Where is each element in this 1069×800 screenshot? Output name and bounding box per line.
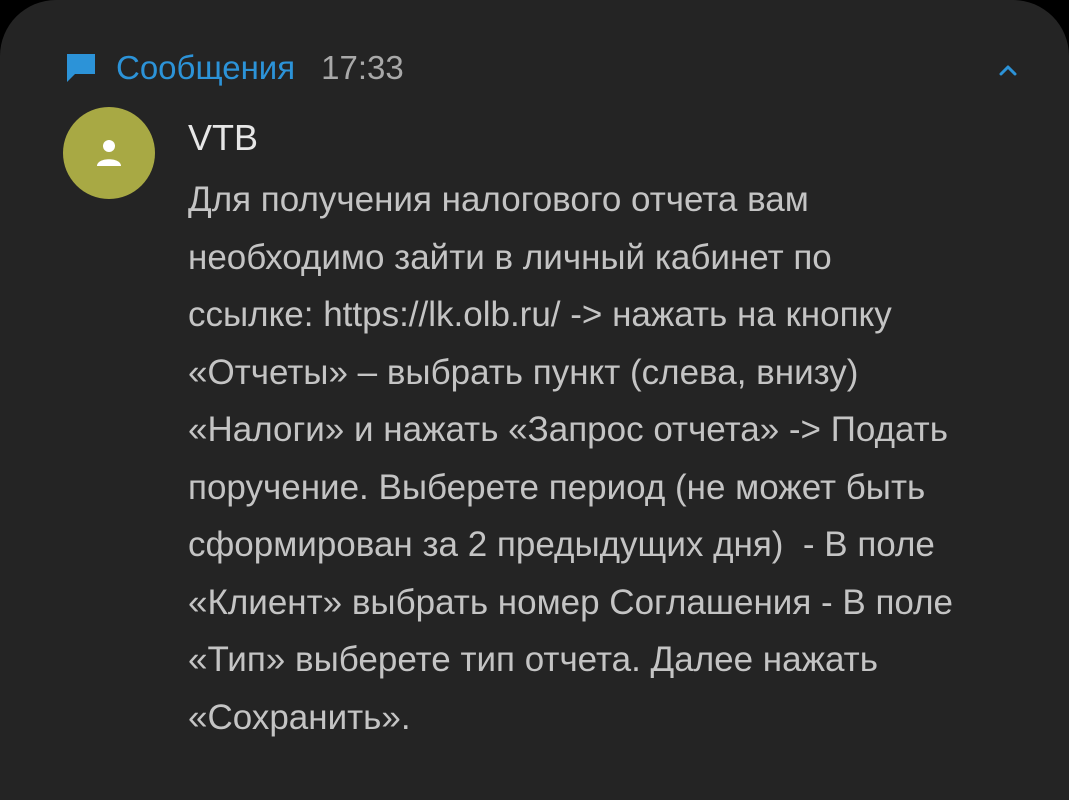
message-line: необходимо зайти в личный кабинет по: [188, 237, 832, 277]
chevron-up-icon[interactable]: [990, 52, 1026, 88]
avatar: [63, 107, 155, 199]
message-line: сформирован за 2 предыдущих дня) - В пол…: [188, 525, 935, 564]
sender-name: VTB: [188, 117, 259, 158]
message-line: ссылке: https://lk.olb.ru/ -> нажать на …: [188, 295, 892, 334]
message-line: «Клиент» выбрать номер Соглашения - В по…: [188, 582, 954, 622]
message-line: «Отчеты» – выбрать пункт (слева, внизу): [188, 352, 859, 392]
notification-time: 17:33: [321, 49, 404, 86]
message-line: «Сохранить».: [188, 697, 411, 737]
notification-card[interactable]: Сообщения 17:33 VTB Для получения налого…: [0, 0, 1069, 800]
message-line: Для получения налогового отчета вам: [188, 180, 809, 219]
message-line: «Налоги» и нажать «Запрос отчета» -> Под…: [188, 410, 948, 449]
app-name: Сообщения: [116, 49, 296, 86]
message-body: Для получения налогового отчета вам необ…: [188, 171, 1048, 746]
message-line: поручение. Выберете период (не может быт…: [188, 467, 926, 507]
notification-header: Сообщения 17:33: [64, 46, 404, 90]
person-icon: [97, 140, 121, 166]
message-line: «Тип» выберете тип отчета. Далее нажать: [188, 640, 878, 679]
chat-bubble-icon: [67, 54, 95, 82]
